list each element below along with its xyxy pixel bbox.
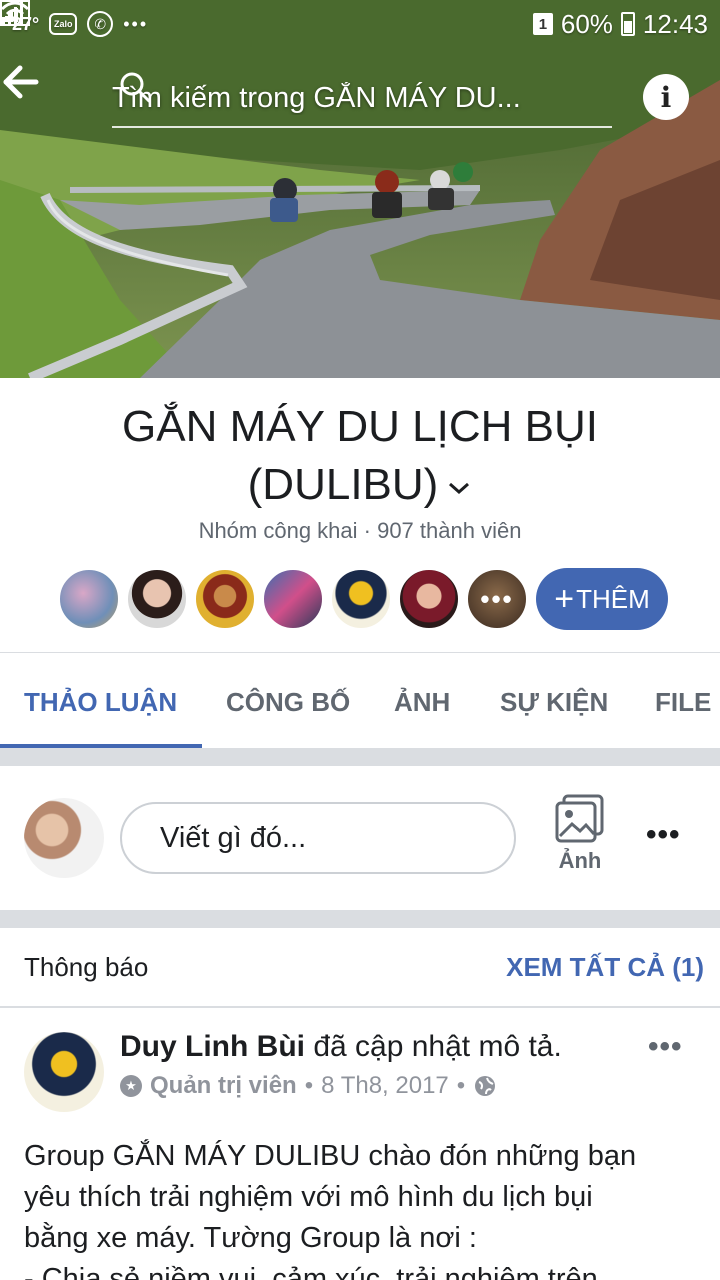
- group-title[interactable]: GẮN MÁY DU LỊCH BỤI (DULIBU): [0, 398, 720, 516]
- post-more-icon[interactable]: •••: [648, 1030, 683, 1064]
- notifications-more-icon: •••: [123, 13, 149, 34]
- member-avatar[interactable]: [194, 568, 256, 630]
- meta-separator: •: [304, 1072, 314, 1099]
- tab-events[interactable]: SỰ KIỆN: [500, 653, 608, 751]
- tab-photos[interactable]: ẢNH: [394, 653, 450, 751]
- member-avatar[interactable]: [262, 568, 324, 630]
- member-avatars[interactable]: ••• + THÊM: [58, 568, 668, 630]
- globe-icon: [475, 1076, 496, 1096]
- signal-icon-2: [2, 2, 23, 24]
- author-avatar[interactable]: [24, 1032, 104, 1112]
- post-headline: Duy Linh Bùi đã cập nhật mô tả.: [120, 1030, 562, 1064]
- more-members-dots: •••: [480, 583, 514, 614]
- post-body-line: bằng xe máy. Tường Group là nơi :: [24, 1222, 477, 1254]
- post-body-line: yêu thích trải nghiệm với mô hình du lịc…: [24, 1181, 593, 1213]
- write-post-input[interactable]: Viết gì đó...: [120, 802, 516, 874]
- add-member-label: THÊM: [576, 583, 650, 614]
- divider: [0, 1006, 720, 1008]
- status-bar: 27° Zalo ✆ ••• 1 60% 12:43: [0, 0, 720, 48]
- post-body-line: Group GẮN MÁY DULIBU chào đón những bạn: [24, 1140, 637, 1172]
- search-placeholder: Tìm kiếm trong GẮN MÁY DU...: [112, 81, 521, 114]
- tab-announcements[interactable]: CÔNG BỐ: [226, 653, 350, 751]
- tab-discussion[interactable]: THẢO LUẬN: [24, 653, 177, 751]
- plus-icon: +: [554, 580, 575, 618]
- user-avatar[interactable]: [24, 798, 104, 878]
- section-divider: [0, 910, 720, 928]
- post-date[interactable]: 8 Th8, 2017: [321, 1072, 449, 1100]
- meta-separator: •: [456, 1072, 466, 1099]
- group-title-line1: GẮN MÁY DU LỊCH BỤI: [122, 402, 598, 451]
- announcements-title: Thông báo: [24, 951, 149, 982]
- announcements-header: Thông báo XEM TẤT CẢ (1): [0, 928, 720, 1006]
- group-tabs: THẢO LUẬN CÔNG BỐ ẢNH SỰ KIỆN FILE: [0, 652, 720, 750]
- chevron-down-icon[interactable]: [446, 458, 472, 516]
- photo-label: Ảnh: [558, 848, 602, 873]
- member-avatar[interactable]: [58, 568, 120, 630]
- post-action: đã cập nhật mô tả.: [313, 1030, 562, 1063]
- post-body-line: - Chia sẻ niềm vui, cảm xúc, trải nghiệm…: [24, 1263, 598, 1280]
- member-avatar[interactable]: [330, 568, 392, 630]
- member-avatar[interactable]: [126, 568, 188, 630]
- see-all-link[interactable]: XEM TẤT CẢ (1): [506, 952, 704, 983]
- section-divider: [0, 748, 720, 766]
- tab-files[interactable]: FILE: [655, 653, 711, 751]
- back-arrow-icon[interactable]: [0, 62, 40, 102]
- cover-photo-scene: [0, 0, 720, 378]
- composer-more-icon[interactable]: •••: [646, 818, 681, 852]
- group-search-field[interactable]: Tìm kiếm trong GẮN MÁY DU...: [112, 70, 612, 128]
- add-member-button[interactable]: + THÊM: [536, 568, 668, 630]
- search-icon: [120, 72, 151, 103]
- top-bar: Tìm kiếm trong GẮN MÁY DU... i: [0, 62, 720, 132]
- author-role: Quản trị viên: [150, 1072, 297, 1099]
- clock-text: 12:43: [642, 8, 708, 39]
- more-members-avatar[interactable]: •••: [466, 568, 528, 630]
- battery-icon: [620, 12, 635, 36]
- member-avatar[interactable]: [398, 568, 460, 630]
- group-meta: Nhóm công khai · 907 thành viên: [198, 518, 522, 543]
- viber-icon: ✆: [87, 11, 114, 37]
- author-name[interactable]: Duy Linh Bùi: [120, 1030, 305, 1063]
- info-icon[interactable]: i: [643, 74, 689, 120]
- photo-button[interactable]: Ảnh: [548, 794, 612, 884]
- sim-icon: 1: [532, 13, 553, 35]
- photo-icon: [555, 794, 604, 843]
- post-body: Group GẮN MÁY DULIBU chào đón những bạn …: [24, 1136, 714, 1280]
- cover-photo[interactable]: 27° Zalo ✆ ••• 1 60% 12:43 Tìm kiếm tron…: [0, 0, 720, 378]
- post-meta: ★ Quản trị viên • 8 Th8, 2017 •: [120, 1072, 497, 1100]
- admin-badge-icon: ★: [120, 1075, 142, 1097]
- zalo-icon: Zalo: [49, 13, 78, 35]
- battery-percent: 60%: [560, 8, 613, 39]
- group-title-line2: (DULIBU): [247, 460, 439, 509]
